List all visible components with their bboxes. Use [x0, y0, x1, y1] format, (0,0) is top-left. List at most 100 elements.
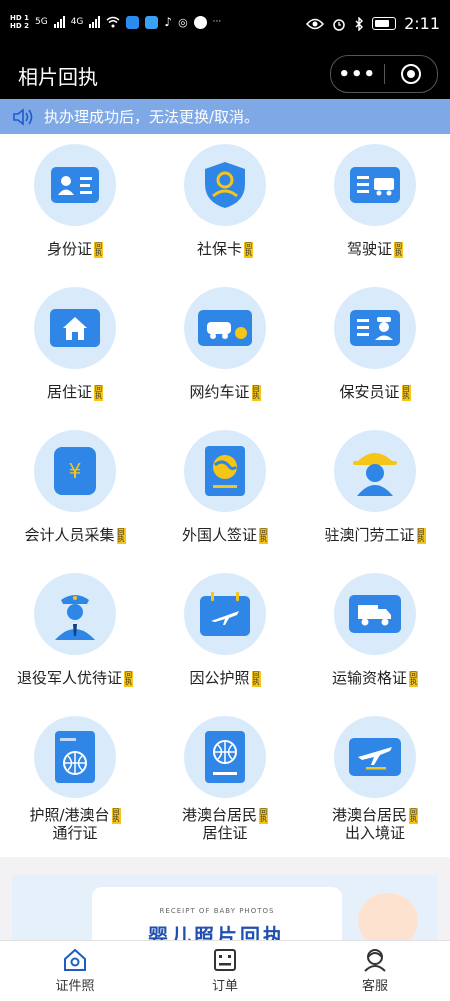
- service-item-hmt-resident-permit[interactable]: 港澳台居民 回执 居住证: [150, 706, 300, 849]
- home-icon: [64, 948, 86, 971]
- battery-icon: [372, 17, 397, 30]
- service-label-text: 港澳台居民: [181, 806, 257, 824]
- receipt-badge: 回执: [111, 807, 121, 824]
- nav-tab-id-photo[interactable]: 证件照: [0, 947, 150, 994]
- macau-worker-helmet-icon: [334, 430, 416, 512]
- receipt-badge: 回执: [94, 384, 103, 401]
- service-item-passport-hmt-permit[interactable]: 护照/港澳台 回执 通行证: [0, 706, 150, 849]
- receipt-badge: 回执: [409, 807, 418, 824]
- receipt-badge: 回执: [401, 384, 411, 401]
- service-label-text: 运输资格证: [331, 669, 407, 687]
- banner-subtitle: RECEIPT OF BABY PHOTOS: [159, 907, 275, 915]
- net2-text: 4G: [70, 17, 84, 27]
- status-right: 2:11: [306, 14, 440, 33]
- service-label-text: 会计人员采集: [24, 526, 115, 544]
- clock-time: 2:11: [404, 14, 440, 33]
- service-item-driver-license[interactable]: 驾驶证 回执: [300, 134, 450, 277]
- speaker-icon: [13, 107, 33, 126]
- accountant-yuan-icon: ¥: [34, 430, 116, 512]
- service-label-text-2: 居住证: [202, 824, 248, 842]
- service-label: 运输资格证 回执: [300, 669, 450, 687]
- service-item-macau-worker[interactable]: 驻澳门劳工证 回执: [300, 420, 450, 563]
- service-label: 护照/港澳台 回执 通行证: [0, 806, 150, 842]
- transport-truck-icon: [334, 573, 416, 655]
- service-item-social-security[interactable]: 社保卡 回执: [150, 134, 300, 277]
- close-ring-icon: [400, 64, 421, 84]
- receipt-badge: 回执: [94, 241, 103, 258]
- service-label-text: 身份证: [46, 240, 92, 258]
- bottom-navigation: 证件照 订单 客服: [0, 940, 450, 1001]
- service-label-text: 护照/港澳台: [29, 806, 110, 824]
- bluetooth-icon: [355, 16, 364, 31]
- service-label-text: 社保卡: [196, 240, 242, 258]
- service-label: 网约车证 回执: [150, 383, 300, 401]
- title-bar: 相片回执 •••: [0, 50, 450, 99]
- more-notifications-text: ···: [212, 17, 222, 27]
- customer-service-icon: [364, 949, 386, 972]
- service-item-hmt-entry-exit[interactable]: 港澳台居民 回执 出入境证: [300, 706, 450, 849]
- receipt-badge: 回执: [259, 807, 268, 824]
- service-label-text: 保安员证: [339, 383, 400, 401]
- nav-label: 客服: [361, 979, 388, 994]
- receipt-badge: 回执: [244, 241, 253, 258]
- service-item-accountant[interactable]: ¥ 会计人员采集 回执: [0, 420, 150, 563]
- service-item-ride-hailing[interactable]: 网约车证 回执: [150, 277, 300, 420]
- mini-program-capsule: •••: [330, 55, 438, 93]
- service-grid: 身份证 回执 社保卡 回执 驾驶证 回执 居住证 回执 网约车证 回执 保安员证 回执: [0, 134, 450, 857]
- service-label: 驻澳门劳工证 回执: [300, 526, 450, 544]
- resident-globe-book-icon: [184, 716, 266, 798]
- receipt-badge: 回执: [394, 241, 403, 258]
- social-security-shield-icon: [184, 144, 266, 226]
- service-label: 身份证 回执: [0, 240, 150, 258]
- ride-hailing-car-icon: [184, 287, 266, 369]
- receipt-badge: 回执: [259, 527, 268, 544]
- service-label: 社保卡 回执: [150, 240, 300, 258]
- service-item-foreigner-visa[interactable]: 外国人签证 回执: [150, 420, 300, 563]
- notice-text: 执办理成功后，无法更换/取消。: [44, 108, 260, 126]
- entry-exit-plane-icon: [334, 716, 416, 798]
- service-label-text: 网约车证: [189, 383, 250, 401]
- nav-tab-orders[interactable]: 订单: [150, 947, 300, 994]
- wechat-icon: ◎: [178, 15, 188, 29]
- service-item-veteran[interactable]: 退役军人优待证 回执: [0, 563, 150, 706]
- more-menu-button[interactable]: •••: [331, 64, 384, 85]
- official-passport-calendar-icon: [184, 573, 266, 655]
- foreigner-visa-icon: [184, 430, 266, 512]
- baby-photo-banner[interactable]: RECEIPT OF BABY PHOTOS 婴儿照片回执: [12, 875, 438, 945]
- qq-icon: [193, 15, 207, 29]
- baby-illustration-icon: [358, 893, 418, 945]
- service-item-official-passport[interactable]: 因公护照 回执: [150, 563, 300, 706]
- hd1-text: HD 1: [10, 14, 29, 22]
- service-item-residence-permit[interactable]: 居住证 回执: [0, 277, 150, 420]
- service-label: 会计人员采集 回执: [0, 526, 150, 544]
- service-label: 因公护照 回执: [150, 669, 300, 687]
- service-label: 港澳台居民 回执 出入境证: [300, 806, 450, 842]
- service-label-text: 驾驶证: [346, 240, 392, 258]
- cloud-app-icon: [145, 15, 159, 29]
- tiktok-icon: ♪: [164, 15, 173, 29]
- receipt-badge: 回执: [251, 670, 261, 687]
- service-item-transport[interactable]: 运输资格证 回执: [300, 563, 450, 706]
- alarm-icon: [333, 18, 345, 31]
- nav-tab-customer-service[interactable]: 客服: [300, 947, 450, 994]
- order-list-icon: [214, 949, 236, 971]
- veteran-officer-icon: [34, 573, 116, 655]
- service-item-security-guard[interactable]: 保安员证 回执: [300, 277, 450, 420]
- svg-text:¥: ¥: [69, 459, 82, 483]
- page-title: 相片回执: [18, 65, 98, 89]
- wifi-icon: [106, 16, 120, 28]
- close-program-button[interactable]: [385, 64, 438, 84]
- search-app-icon: [126, 15, 140, 29]
- service-label-text: 外国人签证: [181, 526, 257, 544]
- signal-bars-2-icon: [89, 16, 101, 28]
- service-item-id-card[interactable]: 身份证 回执: [0, 134, 150, 277]
- receipt-badge: 回执: [124, 670, 133, 687]
- driver-license-icon: [334, 144, 416, 226]
- hd2-text: HD 2: [10, 22, 29, 30]
- service-label-text-2: 通行证: [52, 824, 98, 842]
- hd-indicator: HD 1 HD 2: [10, 14, 29, 30]
- receipt-badge: 回执: [409, 670, 418, 687]
- nav-label: 证件照: [55, 979, 95, 994]
- service-label-text: 退役军人优待证: [16, 669, 122, 687]
- service-label: 驾驶证 回执: [300, 240, 450, 258]
